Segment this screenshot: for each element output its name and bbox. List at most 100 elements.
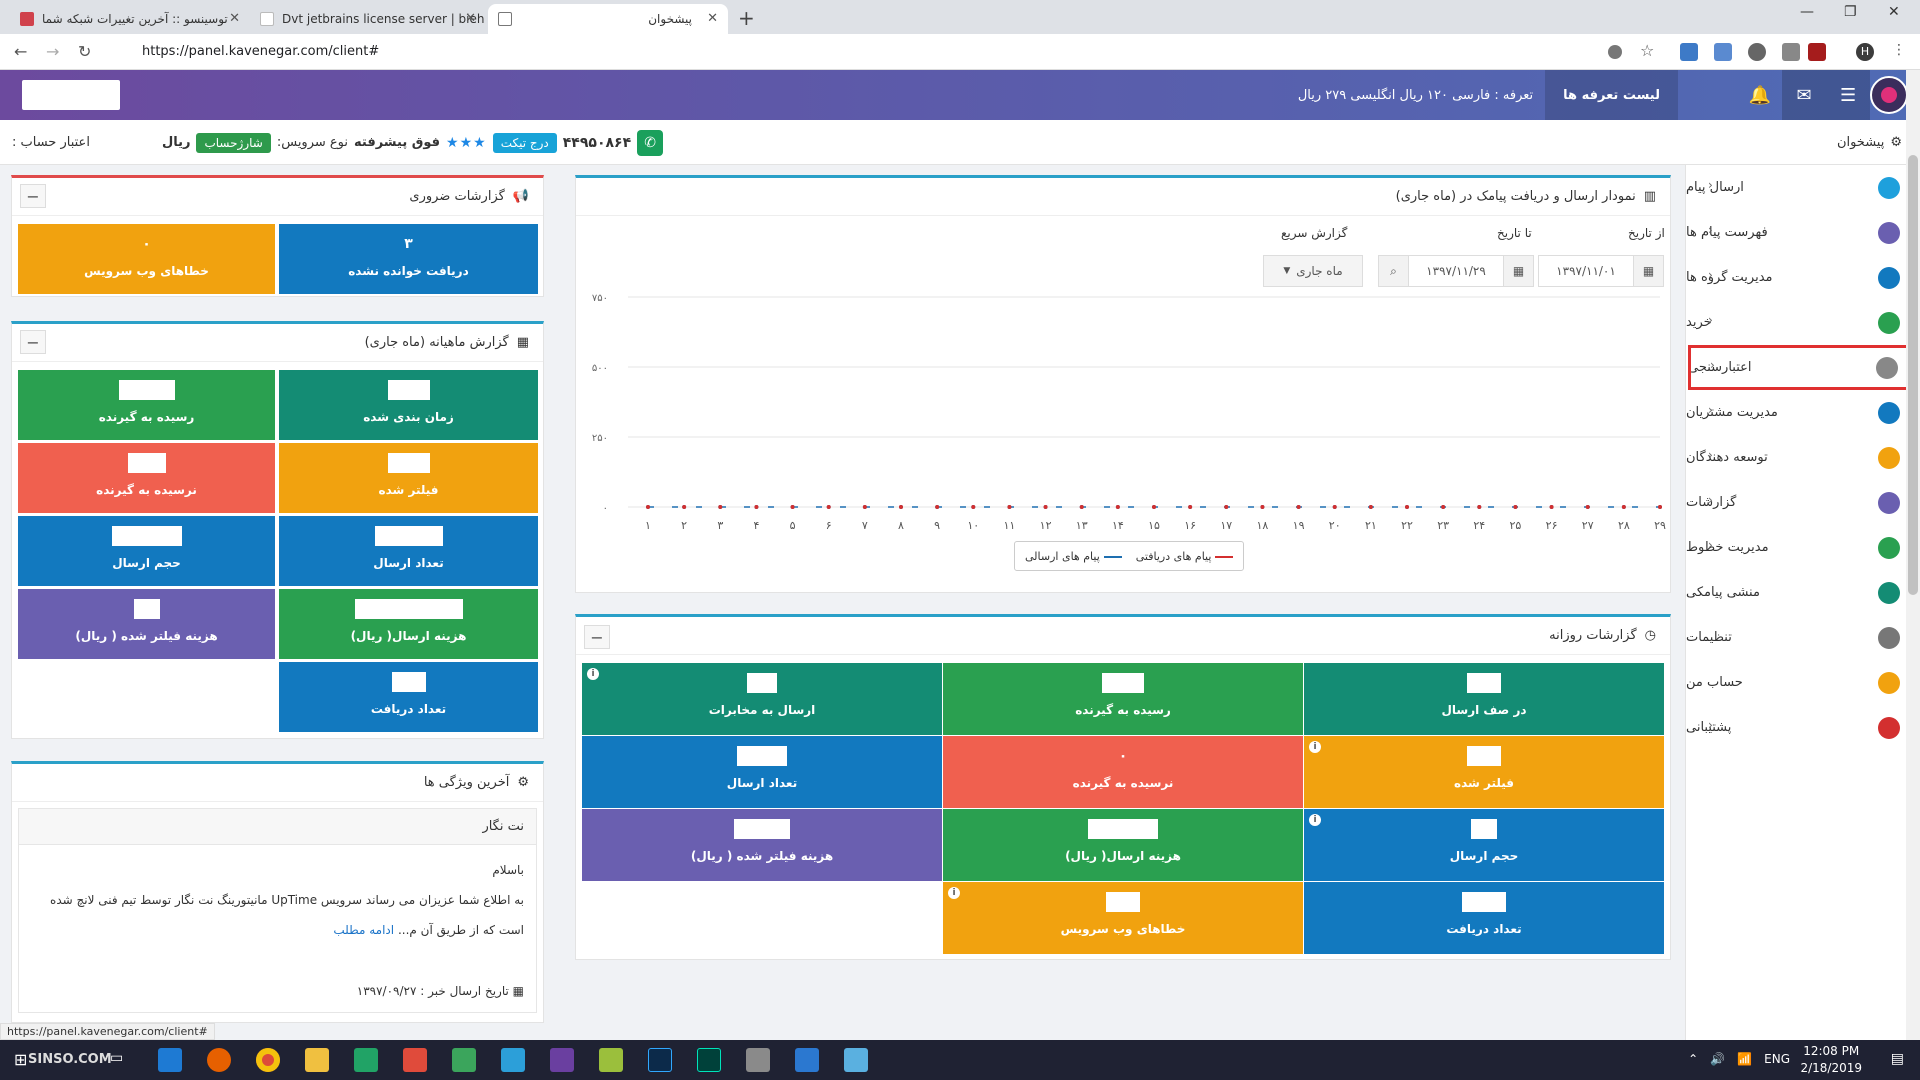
extension-4-icon[interactable]: [1782, 43, 1800, 61]
recorder-icon[interactable]: [403, 1048, 427, 1072]
page-scrollbar[interactable]: [1906, 70, 1920, 1040]
sidebar-item-9[interactable]: مدیریت خطوط ‹: [1686, 525, 1920, 570]
volume-icon[interactable]: 🔊: [1710, 1052, 1725, 1066]
pdf-extension-icon[interactable]: [1808, 43, 1826, 61]
forward-icon[interactable]: →: [46, 42, 59, 61]
sidebar-item-10[interactable]: منشی پیامکی: [1686, 570, 1920, 615]
sidebar-item-1[interactable]: ارسال پیام ‹: [1686, 165, 1920, 210]
sidebar-item-7[interactable]: توسعه دهندگان ‹: [1686, 435, 1920, 480]
legend-sent[interactable]: پیام های ارسالی: [1025, 550, 1122, 563]
daily-tile-10[interactable]: تعداد دریافت: [1304, 882, 1664, 954]
sidebar-item-8[interactable]: گزارشات ‹: [1686, 480, 1920, 525]
close-tab-icon[interactable]: ✕: [229, 11, 240, 26]
new-tab-icon[interactable]: +: [738, 6, 755, 30]
sidebar-item-3[interactable]: مدیریت گروه ها ‹: [1686, 255, 1920, 300]
from-date-field[interactable]: ۱۳۹۷/۱۱/۰۱ ▦: [1538, 255, 1664, 287]
daily-tile-3[interactable]: i ارسال به مخابرات: [582, 663, 942, 735]
hamburger-menu-icon[interactable]: ☰: [1826, 70, 1870, 120]
app-icon[interactable]: [795, 1048, 819, 1072]
app-icon[interactable]: [599, 1048, 623, 1072]
language-indicator[interactable]: ENG: [1764, 1052, 1790, 1066]
monthly-tile-6[interactable]: تعداد ارسال: [279, 516, 538, 586]
restore-icon[interactable]: ❐: [1844, 4, 1857, 20]
info-icon[interactable]: i: [1309, 814, 1321, 826]
app-icon[interactable]: [452, 1048, 476, 1072]
app-icon[interactable]: [746, 1048, 770, 1072]
info-icon[interactable]: i: [948, 887, 960, 899]
browser-tab-2[interactable]: Dvt jetbrains license server | bieh ✕: [250, 4, 486, 34]
bell-icon[interactable]: 🔔: [1738, 70, 1782, 120]
monthly-tile-5[interactable]: حجم ارسال: [18, 516, 275, 586]
read-more-link[interactable]: ادامه مطلب: [333, 923, 394, 937]
camtasia-icon[interactable]: [354, 1048, 378, 1072]
file-explorer-icon[interactable]: [305, 1048, 329, 1072]
tariff-list-button[interactable]: لیست تعرفه ها: [1545, 70, 1678, 120]
reload-icon[interactable]: ↻: [78, 42, 91, 61]
system-clock[interactable]: 12:08 PM 2/18/2019: [1800, 1043, 1862, 1077]
star-icon[interactable]: ☆: [1640, 41, 1658, 60]
calendar-icon[interactable]: ▦: [1633, 256, 1663, 286]
unread-received-tile[interactable]: ۳ دریافت خوانده نشده: [279, 224, 538, 294]
collapse-button[interactable]: −: [584, 625, 610, 649]
search-icon[interactable]: ⌕: [1379, 256, 1409, 286]
daily-tile-1[interactable]: در صف ارسال: [1304, 663, 1664, 735]
calendar-icon[interactable]: ▦: [1503, 256, 1533, 286]
sidebar-item-6[interactable]: مدیریت مشتریان ‹: [1686, 390, 1920, 435]
app-icon[interactable]: [844, 1048, 868, 1072]
sidebar-item-12[interactable]: حساب من: [1686, 660, 1920, 705]
extension-2-icon[interactable]: [1714, 43, 1732, 61]
monthly-tile-9[interactable]: تعداد دریافت: [279, 662, 538, 732]
url-field[interactable]: https://panel.kavenegar.com/client#: [110, 40, 1600, 64]
sidebar-item-13[interactable]: پشتیبانی ‹: [1686, 705, 1920, 750]
edge-icon[interactable]: [158, 1048, 182, 1072]
browser-tab-3[interactable]: پیشخوان ✕: [488, 4, 728, 34]
sidebar-item-2[interactable]: فهرست پیام ها ‹: [1686, 210, 1920, 255]
collapse-button[interactable]: −: [20, 330, 46, 354]
info-icon[interactable]: i: [587, 668, 599, 680]
monthly-tile-2[interactable]: زمان بندی شده: [279, 370, 538, 440]
daily-tile-6[interactable]: تعداد ارسال: [582, 736, 942, 808]
monthly-tile-7[interactable]: هزینه فیلتر شده ( ریال): [18, 589, 275, 659]
logo[interactable]: [22, 80, 120, 110]
legend-received[interactable]: پیام های دریافتی: [1136, 550, 1234, 563]
monthly-tile-4[interactable]: فیلتر شده: [279, 443, 538, 513]
back-icon[interactable]: ←: [14, 42, 27, 61]
info-icon[interactable]: i: [1309, 741, 1321, 753]
mail-icon[interactable]: ✉: [1782, 70, 1826, 120]
notification-icon[interactable]: ▤: [1891, 1051, 1904, 1067]
sidebar-item-11[interactable]: تنظیمات: [1686, 615, 1920, 660]
daily-tile-2[interactable]: رسیده به گیرنده: [943, 663, 1303, 735]
daily-tile-7[interactable]: i حجم ارسال: [1304, 809, 1664, 881]
visual-studio-icon[interactable]: [550, 1048, 574, 1072]
browser-tab-1[interactable]: توسینسو :: آخرین تغییرات شبکه شما ✕: [10, 4, 250, 34]
sidebar-item-5[interactable]: اعتبارسنجی ‹: [1688, 345, 1918, 390]
scroll-thumb[interactable]: [1908, 155, 1918, 595]
key-icon[interactable]: [1608, 45, 1622, 59]
monthly-tile-1[interactable]: رسیده به گیرنده: [18, 370, 275, 440]
quick-report-select[interactable]: ▼ ماه جاری: [1263, 255, 1363, 287]
to-date-field[interactable]: ⌕ ۱۳۹۷/۱۱/۲۹ ▦: [1378, 255, 1534, 287]
sidebar-item-4[interactable]: خرید ‹: [1686, 300, 1920, 345]
daily-tile-8[interactable]: هزینه ارسال( ریال): [943, 809, 1303, 881]
audition-icon[interactable]: [697, 1048, 721, 1072]
photoshop-icon[interactable]: [648, 1048, 672, 1072]
webservice-errors-tile[interactable]: ۰ خطاهای وب سرویس: [18, 224, 275, 294]
daily-tile-4[interactable]: i فیلتر شده: [1304, 736, 1664, 808]
close-tab-icon[interactable]: ✕: [707, 11, 718, 26]
close-tab-icon[interactable]: ✕: [465, 11, 476, 26]
charge-account-button[interactable]: شارژحساب: [196, 132, 271, 153]
extension-3-icon[interactable]: [1748, 43, 1766, 61]
close-window-icon[interactable]: ✕: [1888, 4, 1900, 20]
collapse-button[interactable]: −: [20, 184, 46, 208]
firefox-icon[interactable]: [207, 1048, 231, 1072]
browser-menu-icon[interactable]: ⋮: [1892, 42, 1906, 58]
chrome-icon[interactable]: [256, 1048, 280, 1072]
app-icon[interactable]: [501, 1048, 525, 1072]
minimize-icon[interactable]: —: [1800, 4, 1814, 20]
phone-icon[interactable]: ✆: [637, 129, 664, 156]
profile-avatar-icon[interactable]: H: [1856, 43, 1874, 61]
task-view-icon[interactable]: ▭: [110, 1050, 123, 1066]
insert-ticket-button[interactable]: درج تیکت: [492, 132, 557, 153]
daily-tile-9[interactable]: هزینه فیلتر شده ( ریال): [582, 809, 942, 881]
tray-chevron-icon[interactable]: ⌃: [1688, 1052, 1698, 1066]
